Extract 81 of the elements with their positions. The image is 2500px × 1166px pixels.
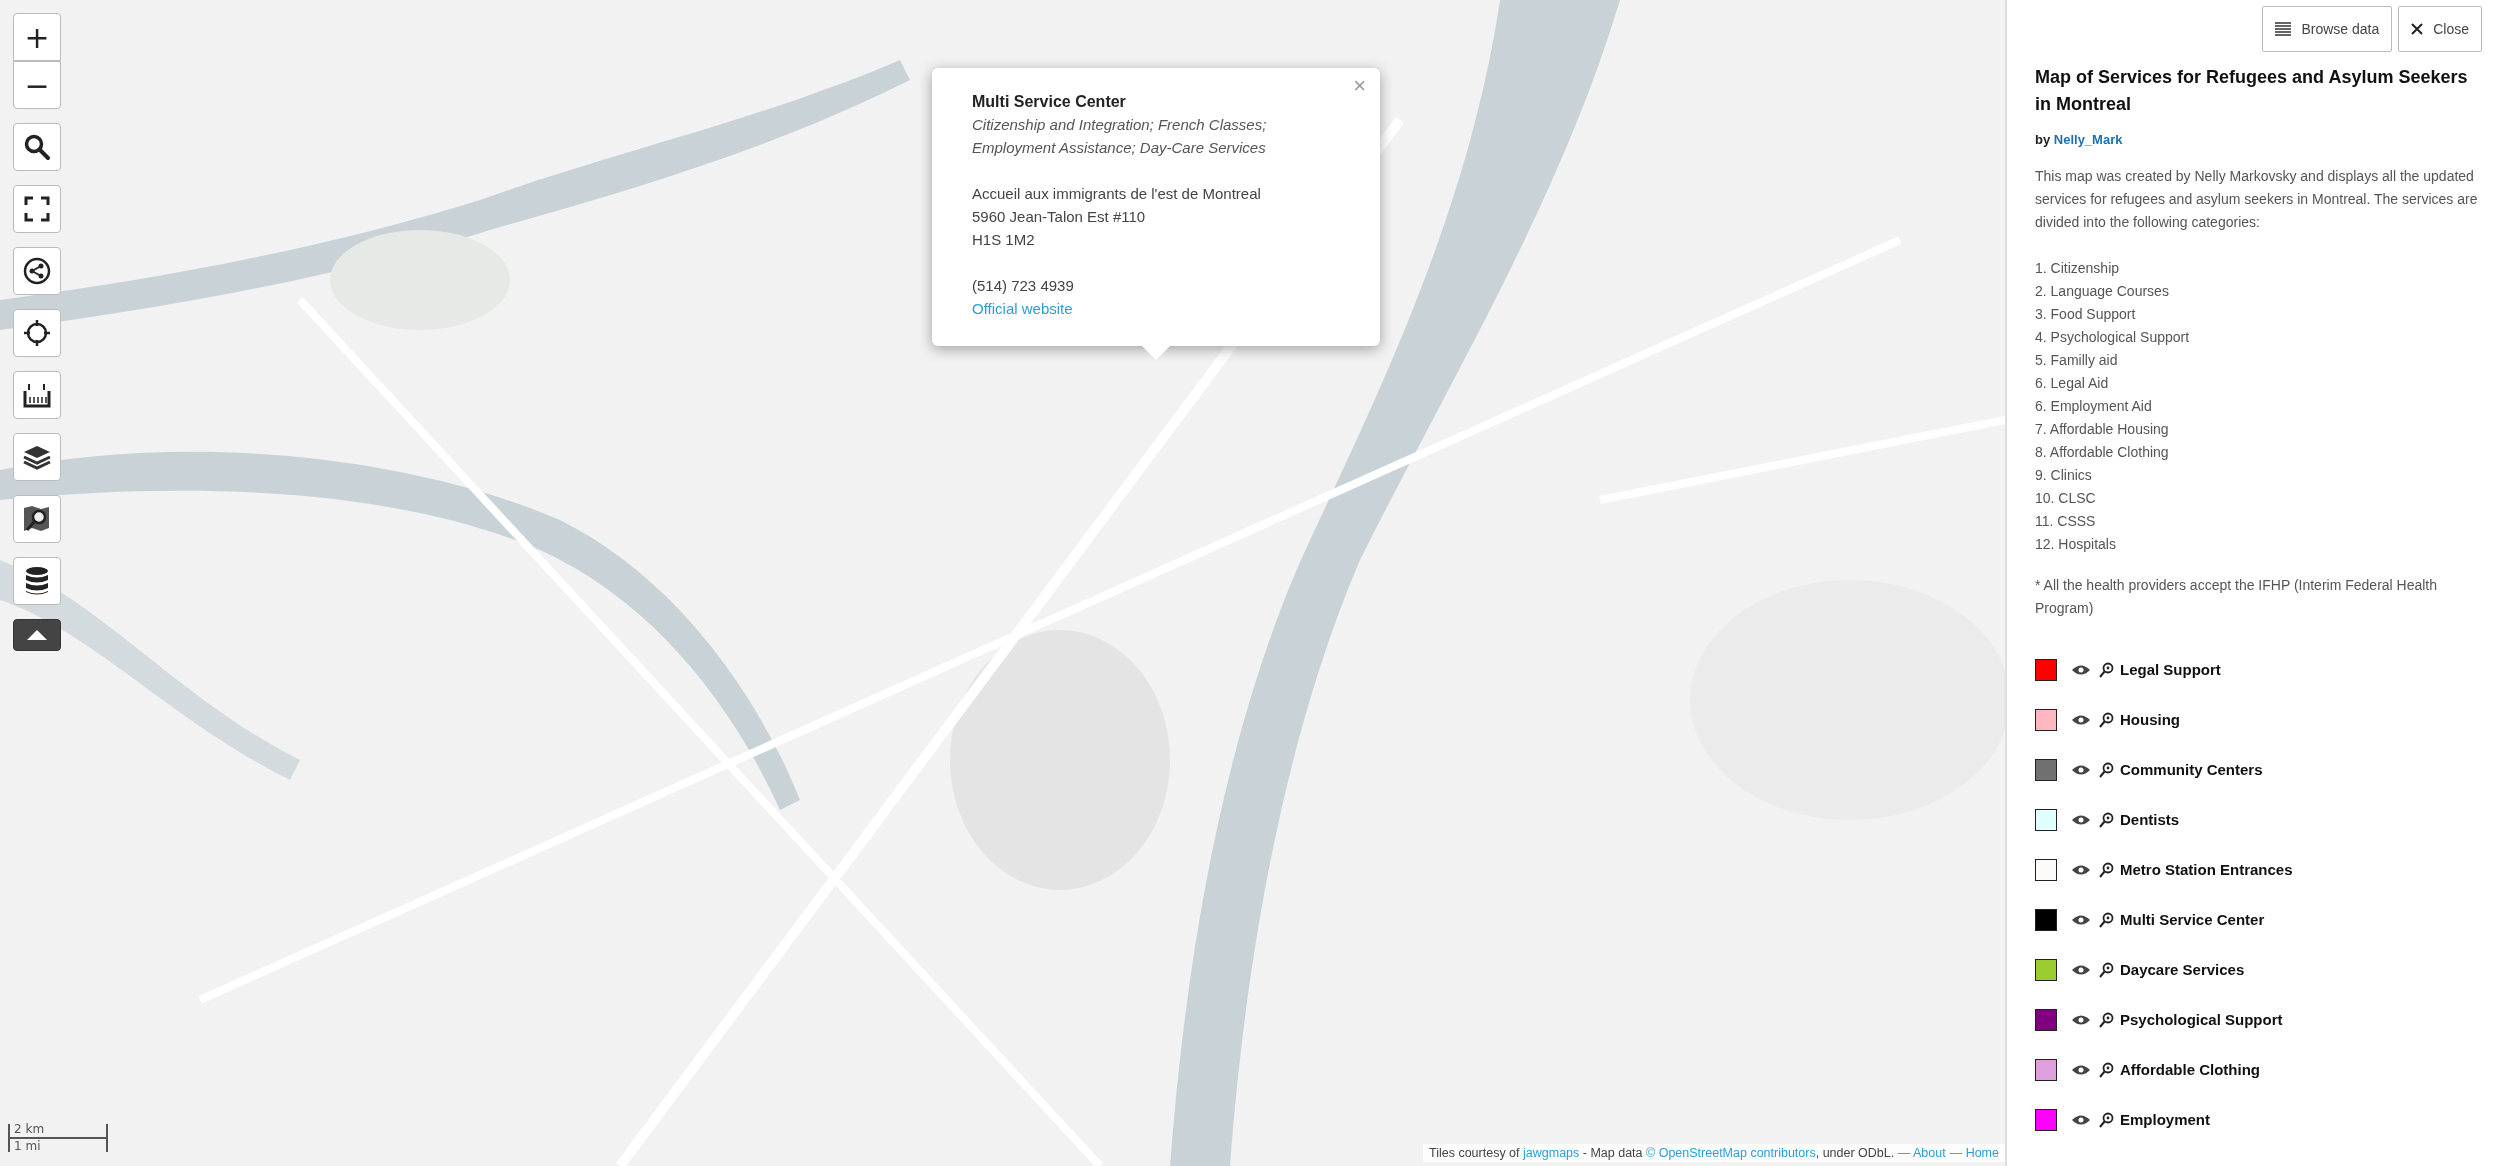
layers-icon [22, 443, 52, 471]
close-icon [2411, 23, 2424, 35]
zoom-icon[interactable] [2099, 1111, 2114, 1128]
close-button[interactable]: Close [2398, 6, 2482, 52]
zoom-icon[interactable] [2099, 911, 2114, 928]
layer-name[interactable]: Psychological Support [2120, 1011, 2283, 1028]
popup-categories: Citizenship and Integration; French Classes; Employment Assistance; Day-Care Services [972, 115, 1268, 158]
browse-data-button[interactable]: Browse data [2262, 6, 2393, 52]
category-line: 9. Clinics [2035, 466, 2093, 485]
scale-label: 2 km [14, 1122, 45, 1136]
popup-title: Multi Service Center [972, 92, 1127, 112]
layer-name[interactable]: Dentists [2120, 811, 2180, 828]
ruler-icon [22, 381, 52, 409]
zoom-out-button[interactable]: − [13, 61, 61, 109]
eye-icon[interactable] [2071, 913, 2091, 926]
eye-icon[interactable] [2071, 863, 2091, 876]
category-line: 1. Citizenship [2035, 259, 2121, 278]
category-line: 3. Food Support [2035, 305, 2137, 324]
zoom-icon[interactable] [2099, 861, 2114, 878]
locate-button[interactable] [13, 309, 61, 357]
table-icon [2275, 22, 2292, 36]
category-line: 8. Affordable Clothing [2035, 443, 2170, 462]
zoom-icon[interactable] [2099, 761, 2114, 778]
eye-icon[interactable] [2071, 1013, 2091, 1026]
category-line: 2. Language Courses [2035, 282, 2170, 301]
address-line: H1S 1M2 [972, 230, 1036, 250]
layer-name[interactable]: Employment [2120, 1111, 2210, 1128]
attribution-text: Tiles courtesy of jawgmaps - Map data © OpenStreetMap contributors, under ODbL. — About — Home [1423, 1144, 2005, 1162]
share-button[interactable] [13, 247, 61, 295]
map-search-icon [22, 504, 52, 534]
layer-name[interactable]: Multi Service Center [2120, 911, 2265, 928]
zoom-in-button[interactable]: + [13, 13, 61, 61]
category-line: 5. Familly aid [2035, 351, 2119, 370]
map-description: This map was created by Nelly Markovsky and displays all the updated services for refugees and asylum seekers in Montreal. The services are divided into the following categories: [2035, 167, 2479, 232]
layers-button[interactable] [13, 433, 61, 481]
layer-name[interactable]: Metro Station Entrances [2120, 861, 2293, 878]
database-icon [24, 566, 50, 596]
search-button[interactable] [13, 123, 61, 171]
category-line: 10. CLSC [2035, 489, 2097, 508]
category-line: 6. Legal Aid [2035, 374, 2110, 393]
crosshair-icon [23, 319, 51, 347]
zoom-icon[interactable] [2099, 811, 2114, 828]
eye-icon[interactable] [2071, 1063, 2091, 1076]
zoom-icon[interactable] [2099, 711, 2114, 728]
author-link[interactable]: Nelly_Mark [2053, 132, 2123, 147]
zoom-icon[interactable] [2099, 961, 2114, 978]
eye-icon[interactable] [2071, 813, 2091, 826]
eye-icon[interactable] [2071, 713, 2091, 726]
zoom-icon[interactable] [2099, 1061, 2114, 1078]
eye-icon[interactable] [2071, 963, 2091, 976]
zoom-icon[interactable] [2099, 661, 2114, 678]
category-line: 7. Affordable Housing [2035, 420, 2170, 439]
triangle-up-icon [26, 629, 48, 641]
category-line: 4. Psychological Support [2035, 328, 2191, 347]
layer-name[interactable]: Daycare Services [2120, 961, 2245, 978]
byline-label: by [2035, 132, 2051, 147]
layer-name[interactable]: Affordable Clothing [2120, 1061, 2260, 1078]
fullscreen-icon [24, 196, 50, 222]
search-icon [23, 133, 51, 161]
eye-icon[interactable] [2071, 1113, 2091, 1126]
share-icon [23, 257, 51, 285]
layer-name[interactable]: Community Centers [2120, 761, 2263, 778]
phone-number: (514) 723 4939 [972, 276, 1075, 296]
address-line: 5960 Jean-Talon Est #110 [972, 207, 1147, 227]
category-line: 11. CSSS [2035, 512, 2097, 531]
zoom-icon[interactable] [2099, 1011, 2114, 1028]
map-title: Map of Services for Refugees and Asylum Seekers in Montreal [2035, 66, 2469, 116]
category-line: 6. Employment Aid [2035, 397, 2153, 416]
address-line: Accueil aux immigrants de l'est de Montreal [972, 184, 1262, 204]
database-button[interactable] [13, 557, 61, 605]
fullscreen-button[interactable] [13, 185, 61, 233]
category-line: 12. Hospitals [2035, 535, 2117, 554]
eye-icon[interactable] [2071, 763, 2091, 776]
collapse-button[interactable] [13, 619, 61, 651]
ruler-button[interactable] [13, 371, 61, 419]
map-search-button[interactable] [13, 495, 61, 543]
footnote-text: * All the health providers accept the IFHP (Interim Federal Health Program) [2035, 576, 2439, 618]
eye-icon[interactable] [2071, 663, 2091, 676]
layer-name[interactable]: Housing [2120, 711, 2180, 728]
layer-name[interactable]: Legal Support [2120, 661, 2221, 678]
scale-label: 1 mi [14, 1139, 41, 1153]
